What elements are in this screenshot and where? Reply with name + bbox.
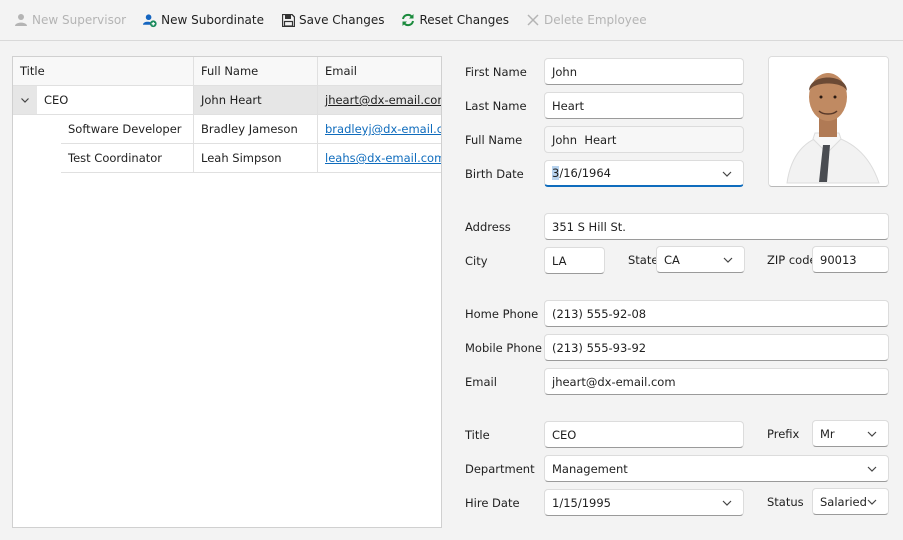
title-value: CEO (552, 427, 577, 442)
toolbar: New Supervisor New Subordinate Save Chan… (0, 0, 903, 41)
email-link[interactable]: jheart@dx-email.com (325, 93, 441, 107)
email-input[interactable]: jheart@dx-email.com (544, 368, 889, 395)
first-name-input[interactable]: John (544, 58, 744, 85)
prefix-value: Mr (820, 426, 835, 441)
column-header-email[interactable]: Email (318, 57, 441, 85)
status-label: Status (767, 495, 804, 509)
last-name-label: Last Name (465, 99, 527, 113)
cell-title[interactable]: CEO (37, 86, 194, 115)
last-name-input[interactable]: Heart (544, 92, 744, 119)
first-name-label: First Name (465, 65, 527, 79)
expand-toggle[interactable] (13, 86, 37, 115)
home-phone-label: Home Phone (465, 307, 539, 321)
mobile-phone-label: Mobile Phone (465, 341, 543, 355)
status-select[interactable]: Salaried (812, 488, 889, 515)
close-icon (526, 13, 540, 27)
chevron-down-icon (21, 98, 29, 103)
home-phone-input[interactable]: (213) 555-92-08 (544, 300, 889, 327)
user-add-icon (143, 13, 157, 27)
full-name-value: John Heart (552, 132, 617, 147)
full-name-label: Full Name (465, 133, 523, 147)
chevron-down-icon[interactable] (722, 254, 734, 266)
delete-employee-label: Delete Employee (544, 13, 647, 27)
employee-photo (768, 56, 889, 187)
email-link[interactable]: leahs@dx-email.com (325, 151, 441, 165)
hire-date-value: 1/15/1995 (552, 495, 611, 510)
new-supervisor-button[interactable]: New Supervisor (14, 6, 126, 34)
email-label: Email (465, 375, 497, 389)
grid-header: Title Full Name Email (13, 57, 441, 86)
save-changes-label: Save Changes (299, 13, 385, 27)
prefix-label: Prefix (767, 427, 800, 441)
table-row[interactable]: CEO John Heart jheart@dx-email.com (13, 86, 441, 115)
state-value: CA (664, 252, 680, 267)
city-input[interactable]: LA (544, 247, 605, 274)
cell-full-name[interactable]: Bradley Jameson (194, 115, 318, 144)
last-name-value: Heart (552, 98, 585, 113)
mobile-phone-input[interactable]: (213) 555-93-92 (544, 334, 889, 361)
delete-employee-button[interactable]: Delete Employee (526, 6, 647, 34)
cell-title[interactable]: Test Coordinator (61, 144, 194, 173)
status-value: Salaried (820, 494, 867, 509)
save-changes-button[interactable]: Save Changes (281, 6, 384, 34)
first-name-value: John (552, 64, 578, 79)
cell-email[interactable]: jheart@dx-email.com (318, 86, 441, 115)
hire-date-label: Hire Date (465, 496, 520, 510)
new-subordinate-label: New Subordinate (161, 13, 264, 27)
mobile-phone-value: (213) 555-93-92 (552, 340, 647, 355)
state-select[interactable]: CA (656, 246, 745, 273)
new-subordinate-button[interactable]: New Subordinate (143, 6, 264, 34)
cell-full-name[interactable]: John Heart (194, 86, 318, 115)
title-input[interactable]: CEO (544, 421, 744, 448)
new-supervisor-label: New Supervisor (32, 13, 127, 27)
chevron-down-icon[interactable] (866, 463, 878, 475)
save-icon (281, 13, 295, 27)
address-value: 351 S Hill St. (552, 219, 626, 234)
department-value: Management (552, 461, 628, 476)
chevron-down-icon[interactable] (866, 428, 878, 440)
department-label: Department (465, 462, 535, 476)
birth-date-selected-segment: 3 (552, 166, 560, 180)
prefix-select[interactable]: Mr (812, 420, 889, 447)
cell-title[interactable]: Software Developer (61, 115, 194, 144)
reset-changes-button[interactable]: Reset Changes (401, 6, 509, 34)
row-indent (13, 115, 61, 144)
table-row[interactable]: Software Developer Bradley Jameson bradl… (13, 115, 441, 144)
row-indent (13, 144, 61, 173)
address-label: Address (465, 220, 511, 234)
home-phone-value: (213) 555-92-08 (552, 306, 647, 321)
email-link[interactable]: bradleyj@dx-email.com (325, 122, 441, 136)
zip-input[interactable]: 90013 (812, 246, 889, 273)
chevron-down-icon[interactable] (721, 497, 733, 509)
table-row[interactable]: Test Coordinator Leah Simpson leahs@dx-e… (13, 144, 441, 173)
birth-date-value: /16/1964 (559, 166, 611, 180)
reset-changes-label: Reset Changes (419, 13, 509, 27)
birth-date-label: Birth Date (465, 167, 524, 181)
employee-tree-grid[interactable]: Title Full Name Email CEO John Heart jhe… (12, 56, 442, 528)
cell-email[interactable]: bradleyj@dx-email.com (318, 115, 441, 144)
hire-date-picker[interactable]: 1/15/1995 (544, 489, 744, 516)
zip-label: ZIP code (767, 253, 817, 267)
refresh-icon (401, 13, 415, 27)
address-input[interactable]: 351 S Hill St. (544, 213, 889, 240)
user-icon (14, 13, 28, 27)
chevron-down-icon[interactable] (721, 168, 733, 180)
chevron-down-icon[interactable] (866, 496, 878, 508)
zip-value: 90013 (820, 252, 857, 267)
column-header-title[interactable]: Title (13, 57, 194, 85)
email-value: jheart@dx-email.com (552, 374, 676, 389)
title-label: Title (465, 428, 490, 442)
cell-email[interactable]: leahs@dx-email.com (318, 144, 441, 173)
column-header-full-name[interactable]: Full Name (194, 57, 318, 85)
city-label: City (465, 254, 488, 268)
department-select[interactable]: Management (544, 455, 889, 482)
city-value: LA (552, 253, 567, 268)
birth-date-picker[interactable]: 3/16/1964 (544, 160, 744, 187)
state-label: State (628, 253, 659, 267)
cell-full-name[interactable]: Leah Simpson (194, 144, 318, 173)
full-name-field: John Heart (544, 126, 744, 153)
